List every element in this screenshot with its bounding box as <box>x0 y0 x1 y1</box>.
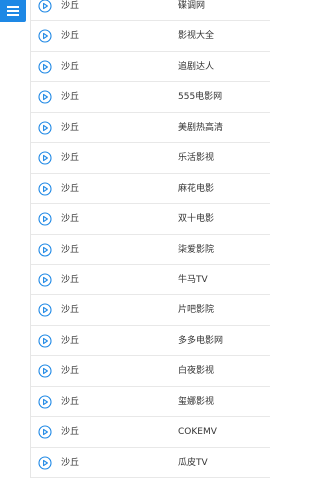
play-circle-icon <box>38 0 52 13</box>
item-source: 追剧达人 <box>178 61 215 72</box>
list-item[interactable]: 沙丘 玺娜影视 <box>31 387 270 418</box>
hamburger-menu-icon <box>7 6 19 16</box>
item-source: 多多电影网 <box>178 335 224 346</box>
item-source: 柒爱影院 <box>178 244 215 255</box>
item-source: 乐活影视 <box>178 153 215 164</box>
item-title: 沙丘 <box>61 31 80 42</box>
item-title: 沙丘 <box>61 244 80 255</box>
list-item[interactable]: 沙丘 牛马TV <box>31 265 270 296</box>
list-item[interactable]: 沙丘 555电影网 <box>31 82 270 113</box>
play-circle-icon <box>38 425 52 439</box>
play-circle-icon <box>38 182 52 196</box>
play-circle-icon <box>38 29 52 43</box>
menu-button[interactable] <box>0 0 26 22</box>
play-circle-icon <box>38 273 52 287</box>
item-source: 白夜影视 <box>178 366 215 377</box>
item-source: 双十电影 <box>178 214 215 225</box>
list-item[interactable]: 沙丘 片吧影院 <box>31 295 270 326</box>
item-title: 沙丘 <box>61 183 80 194</box>
play-circle-icon <box>38 121 52 135</box>
item-title: 沙丘 <box>61 427 80 438</box>
item-title: 沙丘 <box>61 335 80 346</box>
list-item[interactable]: 沙丘 双十电影 <box>31 204 270 235</box>
list-item[interactable]: 沙丘 美剧热高清 <box>31 113 270 144</box>
item-source: 片吧影院 <box>178 305 215 316</box>
list-item[interactable]: 沙丘 瓜皮TV <box>31 448 270 478</box>
item-source: 碟调网 <box>178 1 206 11</box>
item-source: 555电影网 <box>178 92 223 103</box>
item-title: 沙丘 <box>61 153 80 164</box>
list-item[interactable]: 沙丘 碟调网 <box>31 0 270 22</box>
item-source: 美剧热高清 <box>178 122 224 133</box>
play-circle-icon <box>38 151 52 165</box>
play-circle-icon <box>38 242 52 257</box>
list-item[interactable]: 沙丘 柒爱影院 <box>31 235 270 265</box>
play-circle-icon <box>38 395 52 409</box>
play-circle-icon <box>38 90 52 104</box>
play-circle-icon <box>38 456 52 470</box>
list-item[interactable]: 沙丘 白夜影视 <box>31 356 270 387</box>
source-list: 沙丘 碟调网 沙丘 影视大全 沙丘 追剧达人 沙丘 555电影网 沙丘 美剧热高清 沙丘 乐活影视 沙丘… <box>30 0 270 478</box>
item-title: 沙丘 <box>61 61 80 72</box>
play-circle-icon <box>38 334 52 348</box>
play-circle-icon <box>38 303 52 317</box>
item-source: 瓜皮TV <box>178 457 208 468</box>
play-circle-icon <box>38 364 52 378</box>
item-title: 沙丘 <box>61 457 80 468</box>
item-source: 玺娜影视 <box>178 396 215 407</box>
list-item[interactable]: 沙丘 影视大全 <box>31 21 270 52</box>
list-item[interactable]: 沙丘 多多电影网 <box>31 326 270 357</box>
page: 沙丘 碟调网 沙丘 影视大全 沙丘 追剧达人 沙丘 555电影网 沙丘 美剧热高清 沙丘 乐活影视 沙丘… <box>0 0 270 480</box>
list-item[interactable]: 沙丘 COKEMV <box>31 417 270 448</box>
item-title: 沙丘 <box>61 122 80 133</box>
item-source: 牛马TV <box>178 274 208 285</box>
item-title: 沙丘 <box>61 92 80 103</box>
list-item[interactable]: 沙丘 追剧达人 <box>31 52 270 83</box>
list-item[interactable]: 沙丘 麻花电影 <box>31 174 270 205</box>
item-title: 沙丘 <box>61 1 80 11</box>
item-title: 沙丘 <box>61 305 80 316</box>
item-source: COKEMV <box>178 427 217 438</box>
play-circle-icon <box>38 60 52 74</box>
play-circle-icon <box>38 212 52 226</box>
item-title: 沙丘 <box>61 214 80 225</box>
item-source: 麻花电影 <box>178 183 215 194</box>
item-title: 沙丘 <box>61 366 80 377</box>
list-item[interactable]: 沙丘 乐活影视 <box>31 143 270 174</box>
item-title: 沙丘 <box>61 274 80 285</box>
item-source: 影视大全 <box>178 31 215 42</box>
item-title: 沙丘 <box>61 396 80 407</box>
